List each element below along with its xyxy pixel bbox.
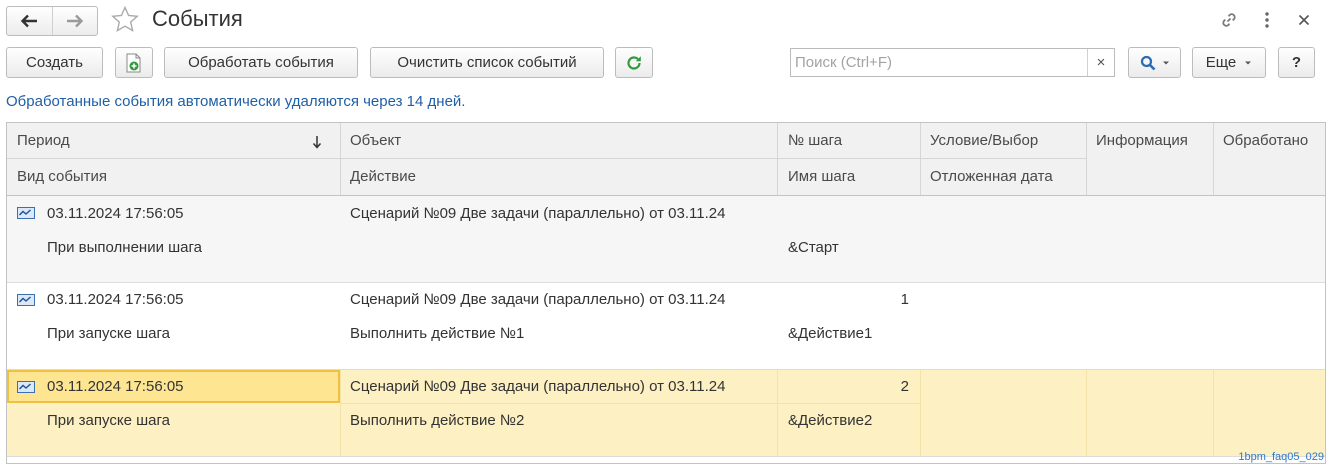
document-add-icon	[126, 53, 141, 72]
chevron-down-icon	[1162, 61, 1169, 64]
column-header-action[interactable]: Действие	[350, 168, 416, 185]
cell-step-no: 1	[900, 291, 909, 308]
events-table: Период Объект № шага Условие/Выбор Инфор…	[6, 122, 1326, 464]
process-events-button[interactable]: Обработать события	[164, 47, 358, 78]
navigation-group	[6, 6, 98, 36]
info-text: Обработанные события автоматически удаля…	[6, 93, 466, 110]
search-input[interactable]	[791, 49, 1092, 76]
event-chart-icon	[17, 381, 35, 393]
cell-event-type: При запуске шага	[47, 325, 170, 342]
column-header-condition[interactable]: Условие/Выбор	[930, 132, 1038, 149]
search-clear-button[interactable]: ×	[1087, 49, 1114, 76]
column-header-event-type[interactable]: Вид события	[17, 168, 107, 185]
close-icon	[1298, 14, 1310, 26]
event-chart-icon	[17, 207, 35, 219]
refresh-button[interactable]	[615, 47, 653, 78]
menu-button[interactable]	[1255, 8, 1279, 32]
create-button[interactable]: Создать	[6, 47, 103, 78]
page-title: События	[152, 6, 243, 31]
search-icon	[1140, 55, 1155, 70]
table-row-selected[interactable]: 03.11.2024 17:56:05 Сценарий №09 Две зад…	[7, 370, 1325, 457]
column-header-step-no[interactable]: № шага	[788, 132, 842, 149]
cell-period: 03.11.2024 17:56:05	[47, 291, 184, 308]
cell-step-no: 2	[900, 378, 909, 395]
star-icon	[111, 5, 139, 33]
forward-button[interactable]	[51, 7, 98, 35]
cell-step-name: &Старт	[788, 239, 839, 256]
clear-events-button[interactable]: Очистить список событий	[370, 47, 604, 78]
copy-add-button[interactable]	[115, 47, 153, 78]
cell-period: 03.11.2024 17:56:05	[47, 378, 184, 395]
search-box: ×	[790, 48, 1115, 77]
arrow-left-icon	[21, 14, 38, 28]
cell-action: Выполнить действие №2	[350, 412, 525, 429]
event-chart-icon	[17, 294, 35, 306]
column-header-processed[interactable]: Обработано	[1223, 132, 1308, 149]
column-header-step-name[interactable]: Имя шага	[788, 168, 855, 185]
back-button[interactable]	[7, 7, 52, 35]
cell-object: Сценарий №09 Две задачи (параллельно) от…	[350, 291, 726, 308]
cell-action: Выполнить действие №1	[350, 325, 525, 342]
arrow-right-icon	[66, 14, 83, 28]
table-header: Период Объект № шага Условие/Выбор Инфор…	[7, 123, 1325, 196]
cell-object: Сценарий №09 Две задачи (параллельно) от…	[350, 378, 726, 395]
close-button[interactable]	[1292, 8, 1316, 32]
more-label: Еще	[1205, 54, 1237, 71]
link-icon	[1222, 13, 1236, 27]
chevron-down-icon	[1245, 61, 1252, 64]
column-header-period[interactable]: Период	[17, 132, 70, 149]
refresh-icon	[627, 55, 641, 70]
cell-period: 03.11.2024 17:56:05	[47, 205, 184, 222]
search-button[interactable]	[1128, 47, 1181, 78]
cell-event-type: При запуске шага	[47, 412, 170, 429]
more-button[interactable]: Еще	[1192, 47, 1266, 78]
column-header-object[interactable]: Объект	[350, 132, 401, 149]
column-header-information[interactable]: Информация	[1096, 132, 1188, 149]
cell-step-name: &Действие1	[788, 325, 873, 342]
help-button[interactable]: ?	[1278, 47, 1315, 78]
column-header-deferred-date[interactable]: Отложенная дата	[930, 168, 1053, 185]
cell-step-name: &Действие2	[788, 412, 873, 429]
kebab-menu-icon	[1265, 12, 1269, 28]
cell-event-type: При выполнении шага	[47, 239, 203, 256]
cell-object: Сценарий №09 Две задачи (параллельно) от…	[350, 205, 726, 222]
watermark: 1bpm_faq05_029	[1238, 451, 1324, 463]
link-button[interactable]	[1217, 8, 1241, 32]
sort-down-arrow-icon	[312, 136, 322, 149]
table-row[interactable]: 03.11.2024 17:56:05 Сценарий №09 Две зад…	[7, 196, 1325, 283]
table-row[interactable]: 03.11.2024 17:56:05 Сценарий №09 Две зад…	[7, 283, 1325, 370]
favorite-star-button[interactable]	[110, 5, 140, 39]
